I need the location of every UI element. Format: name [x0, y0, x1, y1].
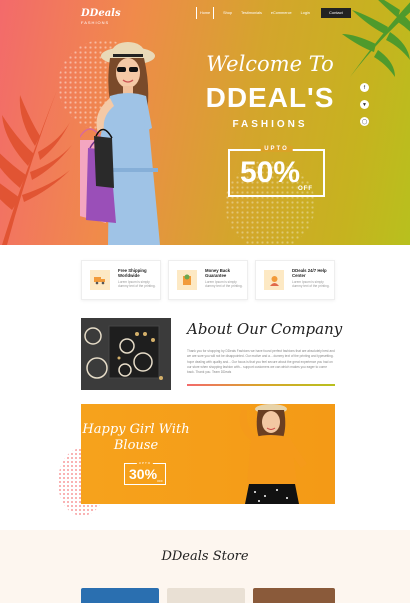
jewelry-image: [81, 318, 171, 390]
brand-tagline: FASHIONS: [81, 20, 110, 25]
promo-offer-box: UPTO 30% OFF: [124, 461, 166, 485]
offer-suffix: OFF: [298, 186, 313, 192]
nav-testimonials[interactable]: Testimonials: [241, 11, 262, 15]
nav-shop[interactable]: Shop: [223, 11, 232, 15]
feature-card-money-back: Money Back Guarantee Lorem Ipsum is simp…: [168, 260, 248, 300]
support-icon: [264, 270, 284, 290]
about-text: Thank you for shopping by DDeals Fashion…: [187, 349, 335, 375]
brand-name: DDeals: [81, 8, 121, 19]
promo-offer-suffix: OFF: [157, 479, 163, 483]
features-row: Free Shipping Worldwide Lorem Ipsum is s…: [81, 260, 335, 300]
nav-login[interactable]: Login: [301, 11, 310, 15]
feature-title: DDeals 24/7 Help Center: [292, 268, 327, 278]
brand-logo[interactable]: DDeals FASHIONS: [81, 8, 121, 25]
about-divider: [187, 384, 335, 386]
hero-model-image: [80, 42, 160, 245]
store-product-card[interactable]: [253, 588, 335, 603]
feature-desc: Lorem Ipsum is simply dummy text of the …: [118, 280, 156, 288]
feature-desc: Lorem Ipsum is simply dummy text of the …: [292, 280, 330, 288]
promo-banner[interactable]: Happy Girl With Blouse UPTO 30% OFF: [81, 404, 335, 504]
truck-icon: [90, 270, 110, 290]
nav-ecommerce[interactable]: eCommerce: [271, 11, 292, 15]
offer-prefix: UPTO: [260, 146, 293, 152]
instagram-icon[interactable]: ◯: [360, 117, 369, 126]
hero-welcome: Welcome To: [206, 52, 334, 76]
promo-offer-prefix: UPTO: [136, 461, 154, 465]
feature-title: Money Back Guarantee: [205, 268, 231, 278]
promo-title: Happy Girl With Blouse: [82, 422, 190, 453]
offer-value: 50%: [240, 156, 301, 189]
feature-card-shipping: Free Shipping Worldwide Lorem Ipsum is s…: [81, 260, 161, 300]
promo-offer-value: 30%: [129, 466, 158, 482]
hero-subtitle: FASHIONS: [232, 119, 308, 130]
store-title: DDeals Store: [161, 549, 249, 564]
feature-card-support: DDeals 24/7 Help Center Lorem Ipsum is s…: [255, 260, 335, 300]
hero-title: DDEAL'S: [205, 82, 335, 113]
contact-button[interactable]: Contact: [320, 8, 351, 18]
hero-offer-box: UPTO 50% OFF: [228, 146, 325, 197]
store-product-card[interactable]: [167, 588, 245, 603]
main-nav: Home Shop Testimonials eCommerce Login C…: [196, 7, 351, 19]
promo-model-image: [239, 404, 307, 504]
feature-title: Free Shipping Worldwide: [118, 268, 147, 278]
facebook-icon[interactable]: f: [360, 83, 369, 92]
nav-home[interactable]: Home: [196, 7, 215, 19]
feature-desc: Lorem Ipsum is simply dummy text of the …: [205, 280, 243, 288]
hero-banner: DDeals FASHIONS Home Shop Testimonials e…: [0, 0, 410, 245]
twitter-icon[interactable]: ▼: [360, 100, 369, 109]
money-back-icon: [177, 270, 197, 290]
about-title: About Our Company: [187, 320, 343, 338]
palm-leaf-left: [0, 90, 72, 245]
store-product-card[interactable]: [81, 588, 159, 603]
